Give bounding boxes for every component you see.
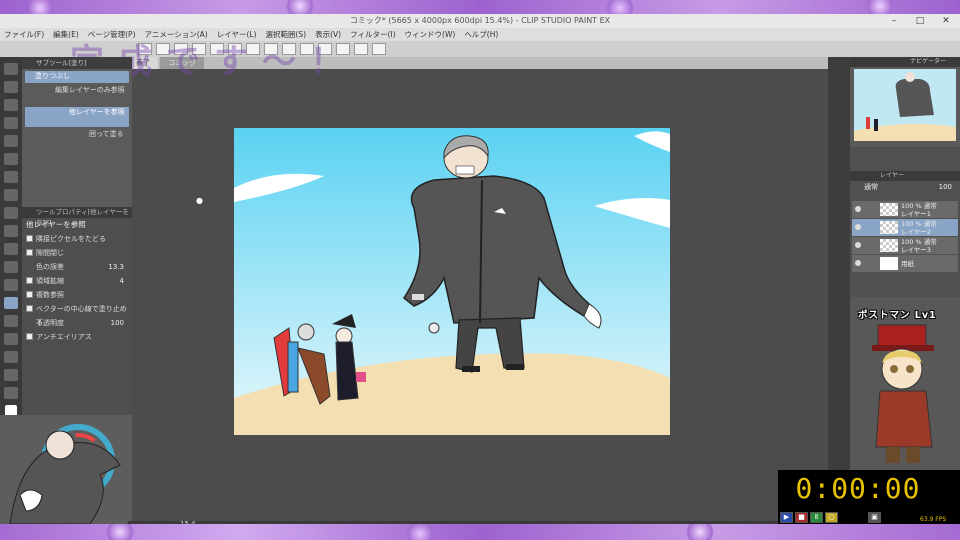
window-controls: – □ ✕: [886, 14, 954, 28]
close-button[interactable]: ✕: [938, 14, 954, 28]
auto-select-icon[interactable]: [4, 153, 18, 165]
navigator-preview: [854, 69, 956, 141]
selection-tool-icon[interactable]: [4, 135, 18, 147]
play-icon[interactable]: ▶: [780, 512, 793, 523]
subtool-item-fill[interactable]: 塗りつぶし: [25, 71, 129, 83]
decorative-frame-top: [0, 0, 960, 14]
fps-readout: 63.9 FPS: [920, 516, 947, 523]
visibility-eye-icon[interactable]: [855, 224, 861, 230]
webcam-overlay-right: [850, 297, 960, 470]
gradient-tool-icon[interactable]: [4, 315, 18, 327]
webcam-overlay-left: [0, 415, 132, 525]
operation-tool-icon[interactable]: [4, 99, 18, 111]
figure-tool-icon[interactable]: [4, 333, 18, 345]
opacity-value: 100: [110, 319, 124, 327]
subtool-item-enclose[interactable]: 囲って塗る: [25, 129, 129, 149]
decorative-frame-bottom: [0, 524, 960, 540]
tool-property-name: 他レイヤーを参照: [26, 220, 86, 229]
drawing-canvas[interactable]: [234, 128, 670, 435]
balloon-tool-icon[interactable]: [4, 369, 18, 381]
checkbox[interactable]: [26, 249, 33, 256]
window-title: コミック* (5665 x 4000px 600dpi 15.4%) - CLI…: [0, 14, 960, 28]
prop-close-gap[interactable]: 隙間閉じ: [22, 246, 132, 260]
airbrush-icon[interactable]: [4, 243, 18, 255]
layer-panel-header: レイヤー: [850, 171, 960, 181]
text-tool-icon[interactable]: [4, 351, 18, 363]
timer-value: 0:00:00: [795, 472, 921, 505]
move-tool-icon[interactable]: [4, 81, 18, 93]
prop-multiple-refer[interactable]: 複数参照: [22, 288, 132, 302]
correction-tool-icon[interactable]: [4, 387, 18, 399]
menu-file[interactable]: ファイル(F): [4, 28, 44, 41]
layer-opacity: 100: [938, 183, 952, 191]
checkbox[interactable]: [26, 291, 33, 298]
timer-controls: ▶ ■ Ⅱ ○ ▣: [780, 512, 881, 523]
visibility-eye-icon[interactable]: [855, 242, 861, 248]
subtool-header: サブツール[塗り]: [22, 57, 132, 69]
settings-icon[interactable]: ▣: [868, 512, 881, 523]
blend-mode-select[interactable]: 通常: [864, 183, 878, 191]
tool-property-header: ツールプロパティ[他レイヤーを参照]: [22, 207, 132, 227]
layer-thumbnail: [880, 257, 898, 270]
navigator-panel: ナビゲーター: [850, 57, 960, 147]
subtool-panel: サブツール[塗り] 塗りつぶし 編集レイヤーのみ参照 他レイヤーを参照 囲って塗…: [22, 57, 132, 207]
layer-item-paper[interactable]: 用紙: [852, 255, 958, 272]
layer-item[interactable]: 100 % 通常 レイヤー2: [852, 219, 958, 236]
layer-item[interactable]: 100 % 通常 レイヤー3: [852, 237, 958, 254]
visibility-eye-icon[interactable]: [855, 206, 861, 212]
avatar-right: [872, 324, 934, 463]
blend-mode-row[interactable]: 通常 100: [850, 181, 960, 193]
color-margin-value: 13.3: [108, 263, 124, 271]
prop-opacity[interactable]: 不透明度 100: [22, 316, 132, 330]
streamer-label: ポストマン Lv1: [858, 310, 937, 321]
prop-antialias[interactable]: アンチエイリアス: [22, 330, 132, 344]
subtool-item-refer-other[interactable]: 他レイヤーを参照: [25, 107, 129, 127]
layer-panel: レイヤー 通常 100 100 % 通常 レイヤー1 100 % 通常 レイヤー2 1…: [850, 147, 960, 297]
checkbox[interactable]: [26, 305, 33, 312]
checkbox[interactable]: [26, 235, 33, 242]
layer-thumbnail: [880, 221, 898, 234]
navigator-thumbnail[interactable]: [854, 69, 956, 141]
eyedropper-icon[interactable]: [4, 171, 18, 183]
pen-tool-icon[interactable]: [4, 189, 18, 201]
reset-icon[interactable]: ○: [825, 512, 838, 523]
stop-icon[interactable]: ■: [795, 512, 808, 523]
artwork: [234, 128, 670, 435]
pencil-tool-icon[interactable]: [4, 207, 18, 219]
avatar-left: [9, 424, 121, 525]
layer-thumbnail: [880, 203, 898, 216]
tool-property-panel: ツールプロパティ[他レイヤーを参照] 他レイヤーを参照 隣接ピクセルをたどる 隙…: [22, 207, 132, 415]
pause-icon[interactable]: Ⅱ: [810, 512, 823, 523]
checkbox[interactable]: [26, 277, 33, 284]
maximize-button[interactable]: □: [912, 14, 928, 28]
cursor-icon: ●: [196, 196, 203, 205]
prop-area-scaling[interactable]: 領域拡縮 4: [22, 274, 132, 288]
visibility-eye-icon[interactable]: [855, 260, 861, 266]
eraser-icon[interactable]: [4, 261, 18, 273]
layer-item[interactable]: 100 % 通常 レイヤー1: [852, 201, 958, 218]
stream-banner: 完成です〜！: [70, 42, 358, 82]
move-layer-icon[interactable]: [4, 117, 18, 129]
area-scaling-value: 4: [119, 277, 124, 285]
prop-vector-center[interactable]: ベクターの中心線で塗り止める: [22, 302, 132, 327]
subtool-item-edit-layer[interactable]: 編集レイヤーのみ参照: [25, 85, 129, 105]
zoom-tool-icon[interactable]: [4, 63, 18, 75]
checkbox[interactable]: [26, 333, 33, 340]
fill-tool-icon[interactable]: [4, 297, 18, 309]
right-tool-strip: [828, 57, 850, 524]
blend-tool-icon[interactable]: [4, 279, 18, 291]
brush-tool-icon[interactable]: [4, 225, 18, 237]
prop-color-margin[interactable]: 色の誤差 13.3: [22, 260, 132, 274]
layer-thumbnail: [880, 239, 898, 252]
navigator-header: ナビゲーター: [850, 57, 960, 67]
prop-adjacent-pixels[interactable]: 隣接ピクセルをたどる: [22, 232, 132, 246]
minimize-button[interactable]: –: [886, 14, 902, 28]
